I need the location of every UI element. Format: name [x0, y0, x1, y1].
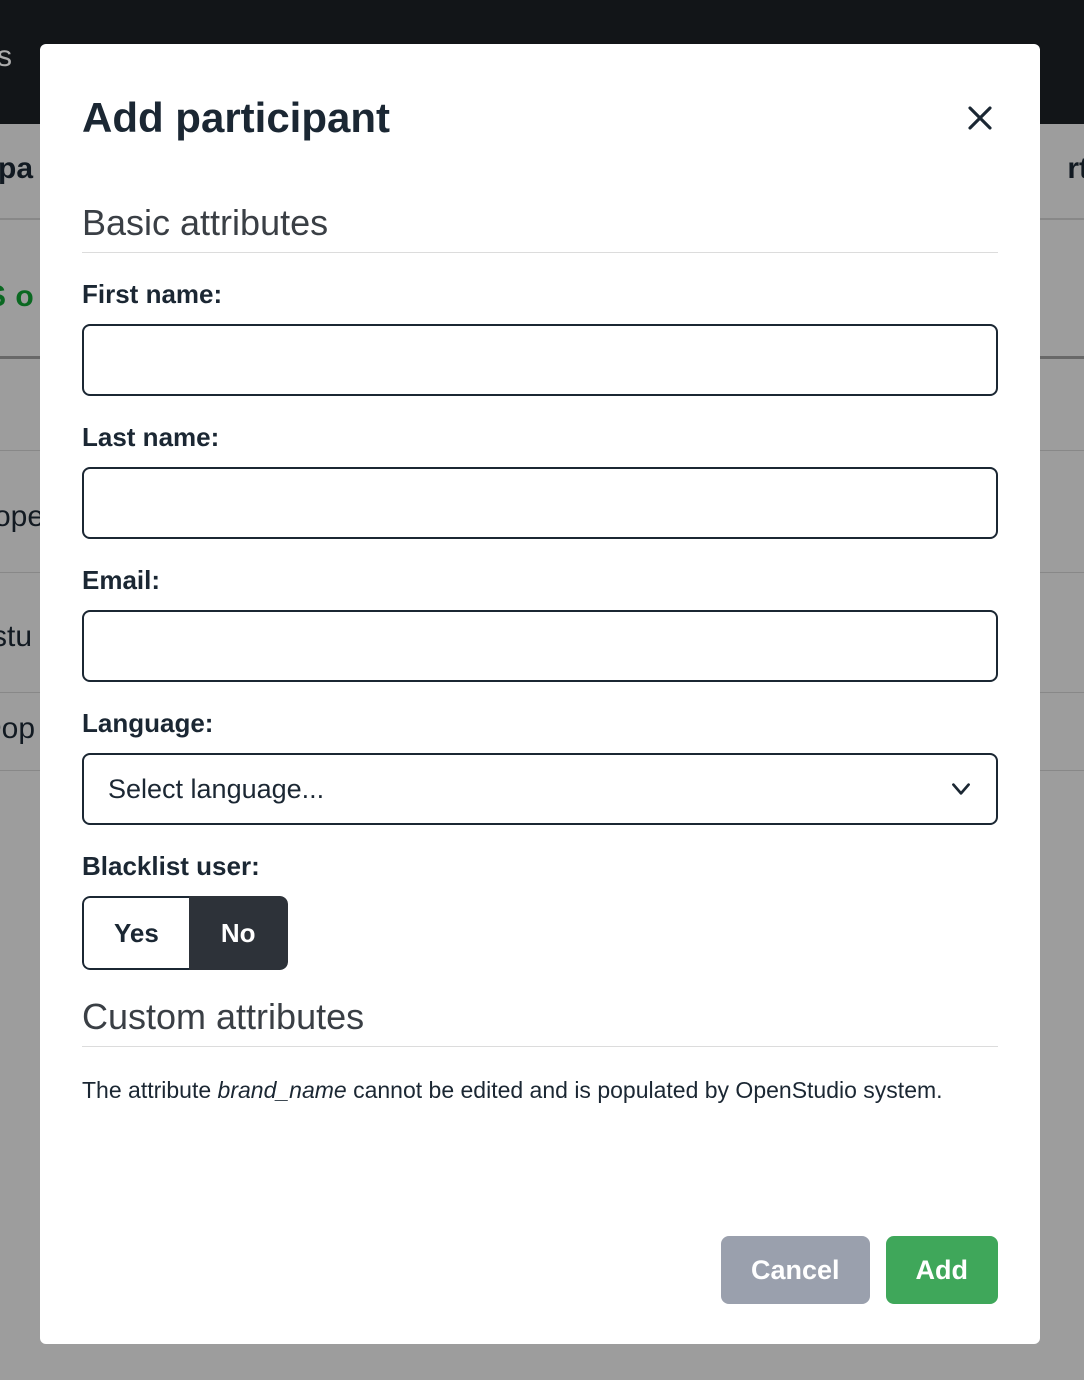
first-name-field: First name:: [82, 279, 998, 396]
cancel-button[interactable]: Cancel: [721, 1236, 870, 1304]
blacklist-toggle: Yes No: [82, 896, 288, 970]
language-label: Language:: [82, 708, 998, 739]
blacklist-label: Blacklist user:: [82, 851, 998, 882]
email-field: Email:: [82, 565, 998, 682]
close-icon: [965, 103, 995, 133]
blacklist-yes-button[interactable]: Yes: [82, 896, 189, 970]
first-name-label: First name:: [82, 279, 998, 310]
language-field: Language: Select language...: [82, 708, 998, 825]
email-label: Email:: [82, 565, 998, 596]
language-select-value: Select language...: [108, 774, 324, 805]
custom-attributes-heading: Custom attributes: [82, 996, 998, 1047]
add-participant-modal: Add participant Basic attributes First n…: [40, 44, 1040, 1344]
first-name-input[interactable]: [82, 324, 998, 396]
last-name-input[interactable]: [82, 467, 998, 539]
email-input[interactable]: [82, 610, 998, 682]
add-button[interactable]: Add: [886, 1236, 998, 1304]
note-prefix: The attribute: [82, 1077, 218, 1103]
modal-header: Add participant: [82, 94, 998, 142]
language-select[interactable]: Select language...: [82, 753, 998, 825]
modal-footer: Cancel Add: [82, 1236, 998, 1304]
last-name-label: Last name:: [82, 422, 998, 453]
close-button[interactable]: [962, 100, 998, 136]
blacklist-no-button[interactable]: No: [189, 896, 288, 970]
modal-title: Add participant: [82, 94, 390, 142]
basic-attributes-heading: Basic attributes: [82, 202, 998, 253]
last-name-field: Last name:: [82, 422, 998, 539]
note-attribute-name: brand_name: [218, 1077, 347, 1103]
custom-attributes-note: The attribute brand_name cannot be edite…: [82, 1073, 998, 1108]
blacklist-field: Blacklist user: Yes No: [82, 851, 998, 970]
note-suffix: cannot be edited and is populated by Ope…: [347, 1077, 943, 1103]
